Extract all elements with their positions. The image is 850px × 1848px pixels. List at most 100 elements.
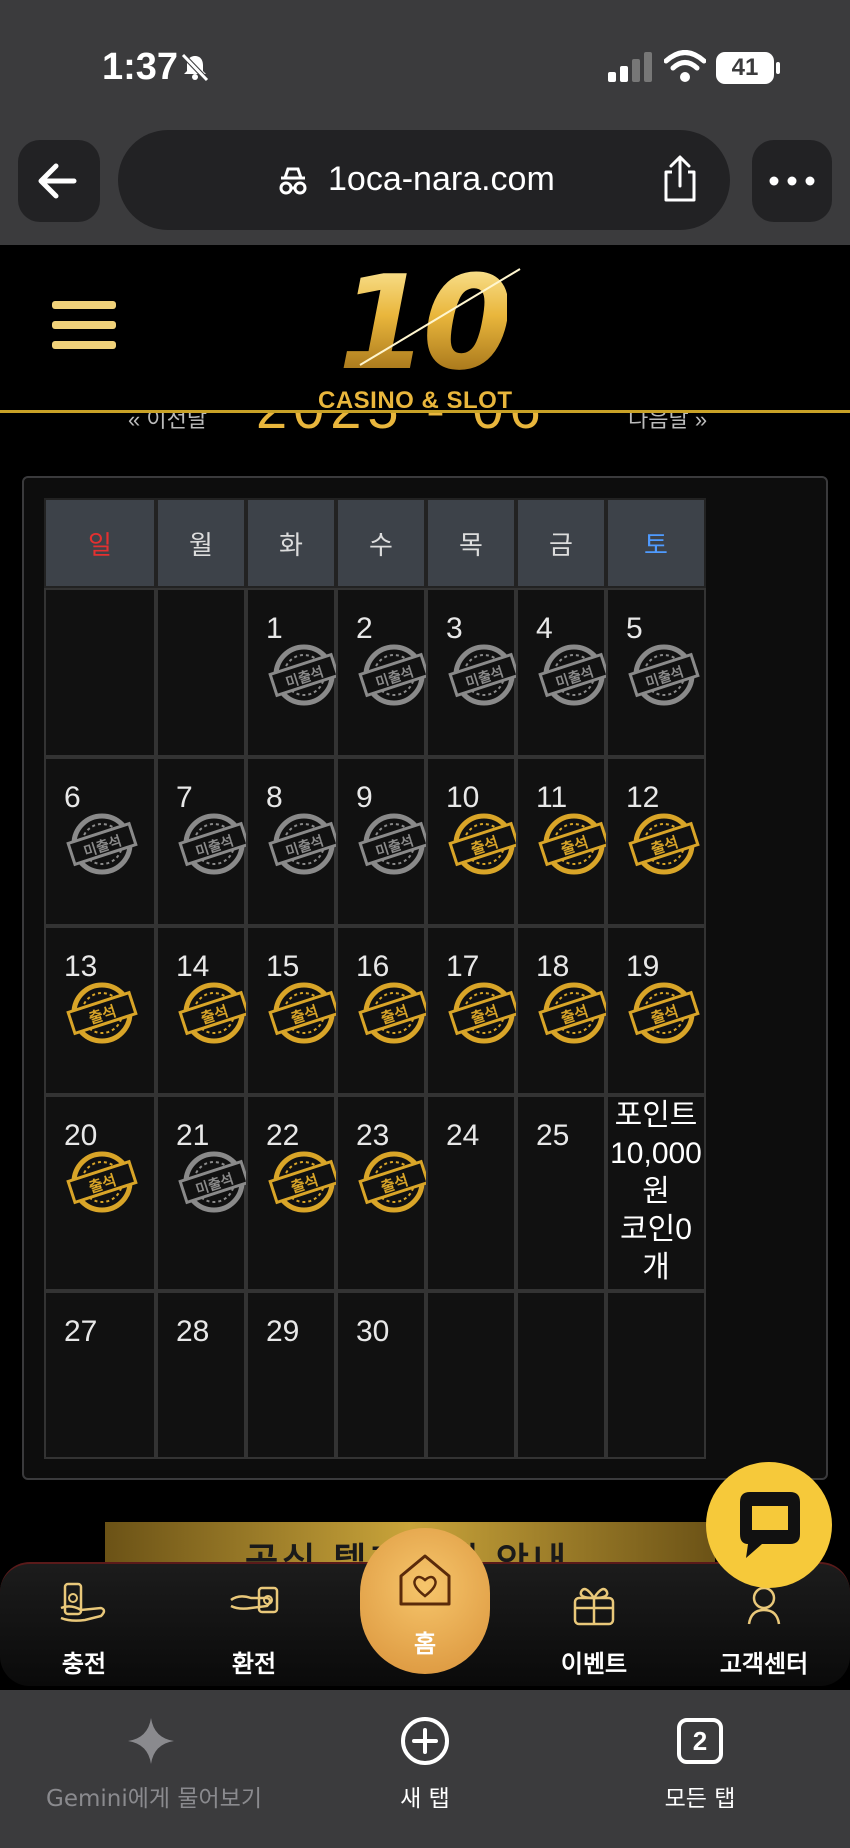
- live-chat-button[interactable]: [706, 1462, 832, 1588]
- back-button[interactable]: [18, 140, 100, 222]
- points-summary-line: 10,000: [610, 1137, 702, 1170]
- calendar-day-cell[interactable]: [426, 1291, 516, 1459]
- points-summary-line: 포인트: [614, 1099, 698, 1132]
- ask-gemini-button[interactable]: Gemini에게 물어보기: [46, 1716, 262, 1813]
- site-logo[interactable]: 10 CASINO & SLOT: [310, 247, 540, 414]
- day-number: 25: [536, 1119, 570, 1152]
- home-heart-icon: [399, 1554, 451, 1606]
- calendar-day-cell[interactable]: 25: [516, 1095, 606, 1291]
- day-number: 2: [356, 612, 373, 645]
- gemini-sparkle-icon: [128, 1718, 174, 1764]
- calendar-day-cell[interactable]: 27: [44, 1291, 156, 1459]
- absent-stamp-icon: 미출석: [358, 644, 430, 706]
- absent-stamp-icon: 미출석: [448, 644, 520, 706]
- day-number: 29: [266, 1315, 300, 1348]
- calendar-day-cell[interactable]: 11 출석: [516, 757, 610, 926]
- nav-support-label: 고객센터: [719, 1650, 809, 1678]
- attended-stamp-icon: 출석: [448, 982, 520, 1044]
- nav-exchange[interactable]: 환전: [184, 1564, 324, 1688]
- calendar-day-cell[interactable]: 포인트 10,000 원코인0 개: [606, 1095, 706, 1291]
- logo-text: CASINO & SLOT: [318, 387, 513, 414]
- day-number: 11: [536, 781, 568, 814]
- day-number: 15: [266, 950, 300, 983]
- attended-stamp-icon: 출석: [66, 1151, 138, 1213]
- calendar-day-cell[interactable]: [606, 1291, 706, 1459]
- incognito-icon: [279, 167, 307, 195]
- calendar-day-cell[interactable]: [156, 588, 246, 757]
- calendar-day-cell[interactable]: 8 미출석: [246, 757, 340, 926]
- withdraw-hand-icon: [230, 1586, 279, 1614]
- calendar-day-cell[interactable]: 21 미출석: [156, 1095, 250, 1291]
- menu-icon[interactable]: [52, 301, 116, 357]
- day-number: 27: [64, 1315, 98, 1348]
- calendar-day-cell[interactable]: 7 미출석: [156, 757, 250, 926]
- browser-bottom-toolbar: Gemini에게 물어보기 새 탭 2 모든 탭: [0, 1690, 850, 1848]
- more-options-button[interactable]: [752, 140, 832, 222]
- points-summary-line: 원: [642, 1175, 670, 1208]
- attended-stamp-icon: 출석: [538, 982, 610, 1044]
- day-number: 4: [536, 612, 553, 645]
- calendar-day-cell[interactable]: 24: [426, 1095, 516, 1291]
- nav-charge[interactable]: 충전: [14, 1564, 154, 1688]
- new-tab-button[interactable]: 새 탭: [385, 1716, 465, 1813]
- address-bar[interactable]: 1oca-nara.com: [118, 130, 730, 230]
- weekday-header: 월: [156, 498, 246, 588]
- weekday-header: 일: [44, 498, 156, 588]
- calendar-day-cell[interactable]: 13 출석: [44, 926, 156, 1095]
- calendar-day-cell[interactable]: 18 출석: [516, 926, 610, 1095]
- calendar-day-cell[interactable]: 29: [246, 1291, 336, 1459]
- calendar-day-cell[interactable]: [44, 588, 156, 757]
- battery-indicator: 41: [716, 52, 780, 84]
- calendar-day-cell[interactable]: 3 미출석: [426, 588, 520, 757]
- day-number: 21: [176, 1119, 210, 1152]
- calendar-day-cell[interactable]: 6 미출석: [44, 757, 156, 926]
- day-number: 30: [356, 1315, 390, 1348]
- attended-stamp-icon: 출석: [358, 982, 430, 1044]
- day-number: 28: [176, 1315, 210, 1348]
- calendar-day-cell[interactable]: 15 출석: [246, 926, 340, 1095]
- day-number: 12: [626, 781, 660, 814]
- calendar-day-cell[interactable]: 2 미출석: [336, 588, 430, 757]
- deposit-hand-icon: [60, 1582, 106, 1622]
- nav-event[interactable]: 이벤트: [524, 1564, 664, 1688]
- attended-stamp-icon: 출석: [538, 813, 610, 875]
- new-tab-label: 새 탭: [400, 1786, 450, 1812]
- calendar-day-cell[interactable]: [516, 1291, 606, 1459]
- share-icon[interactable]: [658, 154, 702, 204]
- calendar-day-cell[interactable]: 28: [156, 1291, 246, 1459]
- calendar-day-cell[interactable]: 9 미출석: [336, 757, 430, 926]
- day-number: 17: [446, 950, 480, 983]
- points-summary-line: 코인0: [620, 1213, 692, 1246]
- points-summary-line: 개: [642, 1251, 670, 1284]
- calendar-week-row: 13 출석 14 출석 15 출석 16 출석 17 출석 18 출석 19 출석: [44, 926, 806, 1095]
- nav-home[interactable]: 홈: [360, 1528, 490, 1674]
- wifi-icon: [664, 50, 706, 82]
- attended-stamp-icon: 출석: [66, 982, 138, 1044]
- calendar-day-cell[interactable]: 23 출석: [336, 1095, 430, 1291]
- calendar-day-cell[interactable]: 1 미출석: [246, 588, 340, 757]
- day-number: 20: [64, 1119, 98, 1152]
- plus-circle-icon: [401, 1717, 449, 1765]
- ellipsis-icon: [769, 176, 815, 186]
- calendar-day-cell[interactable]: 10 출석: [426, 757, 520, 926]
- bell-off-icon: [181, 53, 209, 82]
- calendar-day-cell[interactable]: 5 미출석: [606, 588, 706, 757]
- calendar-day-cell[interactable]: 14 출석: [156, 926, 250, 1095]
- absent-stamp-icon: 미출석: [268, 644, 340, 706]
- calendar-day-cell[interactable]: 20 출석: [44, 1095, 156, 1291]
- all-tabs-button[interactable]: 2 모든 탭: [652, 1716, 748, 1813]
- calendar-day-cell[interactable]: 30: [336, 1291, 426, 1459]
- absent-stamp-icon: 미출석: [538, 644, 610, 706]
- calendar-day-cell[interactable]: 12 출석: [606, 757, 706, 926]
- calendar-day-cell[interactable]: 22 출석: [246, 1095, 340, 1291]
- attendance-calendar: 일월화수목금토 1 미출석 2 미출석 3 미출석 4 미출석 5 미출석 6 미출석 7 미출석 8 미출석…: [44, 498, 806, 1459]
- calendar-day-cell[interactable]: 19 출석: [606, 926, 706, 1095]
- weekday-header: 금: [516, 498, 606, 588]
- attended-stamp-icon: 출석: [178, 982, 250, 1044]
- tab-count-icon: 2: [677, 1718, 723, 1764]
- calendar-day-cell[interactable]: 17 출석: [426, 926, 520, 1095]
- calendar-day-cell[interactable]: 4 미출석: [516, 588, 610, 757]
- weekday-header-row: 일월화수목금토: [44, 498, 806, 588]
- calendar-day-cell[interactable]: 16 출석: [336, 926, 430, 1095]
- nav-charge-label: 충전: [61, 1650, 107, 1678]
